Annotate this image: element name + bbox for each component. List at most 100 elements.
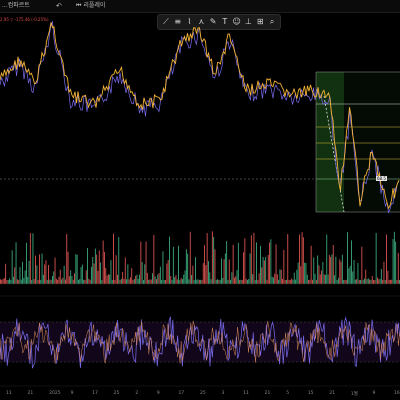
- volume-bar: [309, 279, 311, 284]
- volume-bar: [70, 270, 72, 284]
- volume-bar: [352, 271, 354, 284]
- volume-bar: [377, 277, 378, 284]
- volume-bar: [357, 263, 359, 284]
- volume-bar: [156, 279, 157, 284]
- volume-bar: [107, 274, 109, 284]
- volume-bar: [15, 242, 17, 284]
- volume-bar: [127, 264, 129, 284]
- volume-bar: [183, 274, 185, 284]
- volume-bar: [11, 250, 13, 284]
- time-axis-label: 11: [6, 391, 12, 396]
- time-axis-label: 17: [178, 391, 185, 396]
- time-axis-label: 25: [200, 391, 206, 396]
- volume-bar: [128, 279, 130, 284]
- volume-bar: [384, 280, 386, 284]
- volume-series: [0, 231, 400, 284]
- volume-bar: [158, 273, 160, 284]
- volume-bar: [6, 280, 8, 284]
- volume-bar: [40, 279, 42, 284]
- volume-bar: [354, 279, 356, 284]
- volume-bar: [269, 242, 270, 284]
- volume-bar: [284, 280, 286, 284]
- volume-bar: [29, 233, 31, 284]
- volume-bar: [14, 267, 16, 284]
- volume-bar: [52, 276, 53, 284]
- volume-bar: [80, 267, 82, 284]
- time-axis[interactable]: 11 21 2025 9 17 25 2 9 17 25 3 11 21 5 15 21 1월 9 16: [0, 388, 400, 400]
- volume-bar: [180, 277, 182, 284]
- volume-bar: [136, 274, 138, 284]
- volume-bar: [261, 267, 263, 284]
- volume-bar: [118, 237, 120, 284]
- price-marker-label: 68.5: [376, 176, 387, 181]
- chart-canvas[interactable]: [0, 0, 400, 400]
- volume-bar: [131, 268, 133, 284]
- volume-bar: [327, 274, 329, 284]
- volume-bar: [240, 279, 242, 284]
- volume-bar: [254, 280, 256, 284]
- volume-bar: [141, 262, 143, 284]
- volume-bar: [271, 276, 273, 284]
- volume-bar: [288, 279, 290, 284]
- volume-bar: [341, 254, 343, 284]
- volume-bar: [26, 242, 27, 284]
- volume-bar: [85, 270, 87, 284]
- time-axis-label: 17: [92, 391, 98, 396]
- volume-bar: [24, 270, 26, 284]
- volume-bar: [347, 232, 348, 284]
- volume-bar: [74, 273, 75, 284]
- volume-bar: [262, 256, 264, 284]
- volume-bar: [375, 232, 377, 284]
- volume-bar: [297, 262, 299, 284]
- volume-bar: [22, 261, 23, 284]
- volume-bar: [328, 255, 330, 284]
- volume-bar: [92, 257, 94, 284]
- volume-bar: [97, 270, 99, 284]
- volume-bar: [219, 279, 221, 284]
- volume-bar: [370, 279, 372, 284]
- volume-bar: [295, 279, 296, 284]
- volume-bar: [221, 258, 222, 284]
- volume-bar: [396, 280, 398, 284]
- volume-bar: [65, 279, 66, 284]
- volume-bar: [209, 272, 211, 284]
- volume-bar: [227, 280, 229, 284]
- volume-bar: [78, 280, 79, 284]
- volume-bar: [68, 276, 70, 284]
- volume-bar: [323, 274, 325, 284]
- volume-bar: [93, 263, 95, 284]
- volume-bar: [175, 275, 177, 284]
- volume-bar: [59, 269, 61, 284]
- volume-bar: [237, 242, 239, 284]
- volume-bar: [319, 274, 321, 284]
- volume-bar: [253, 232, 255, 284]
- volume-bar: [211, 231, 213, 284]
- volume-bar: [202, 263, 204, 284]
- volume-bar: [326, 234, 328, 284]
- volume-bar: [301, 232, 303, 284]
- volume-bar: [300, 266, 302, 284]
- volume-bar: [41, 253, 43, 284]
- volume-bar: [206, 233, 208, 284]
- volume-bar: [213, 236, 215, 284]
- volume-bar: [167, 260, 169, 284]
- volume-bar: [123, 278, 125, 284]
- volume-bar: [364, 278, 365, 284]
- volume-bar: [196, 279, 198, 284]
- time-axis-label: 9: [156, 391, 160, 396]
- volume-bar: [61, 279, 62, 284]
- volume-bar: [126, 279, 127, 284]
- time-axis-label: 21: [264, 391, 271, 396]
- volume-bar: [33, 279, 35, 284]
- volume-bar: [106, 275, 108, 284]
- volume-bar: [270, 239, 272, 284]
- volume-bar: [390, 279, 391, 284]
- volume-bar: [353, 260, 355, 284]
- volume-bar: [139, 274, 140, 284]
- volume-bar: [115, 255, 117, 284]
- volume-bar: [16, 279, 18, 284]
- volume-bar: [98, 250, 100, 284]
- volume-bar: [159, 266, 161, 284]
- volume-bar: [182, 279, 183, 284]
- volume-bar: [149, 279, 151, 284]
